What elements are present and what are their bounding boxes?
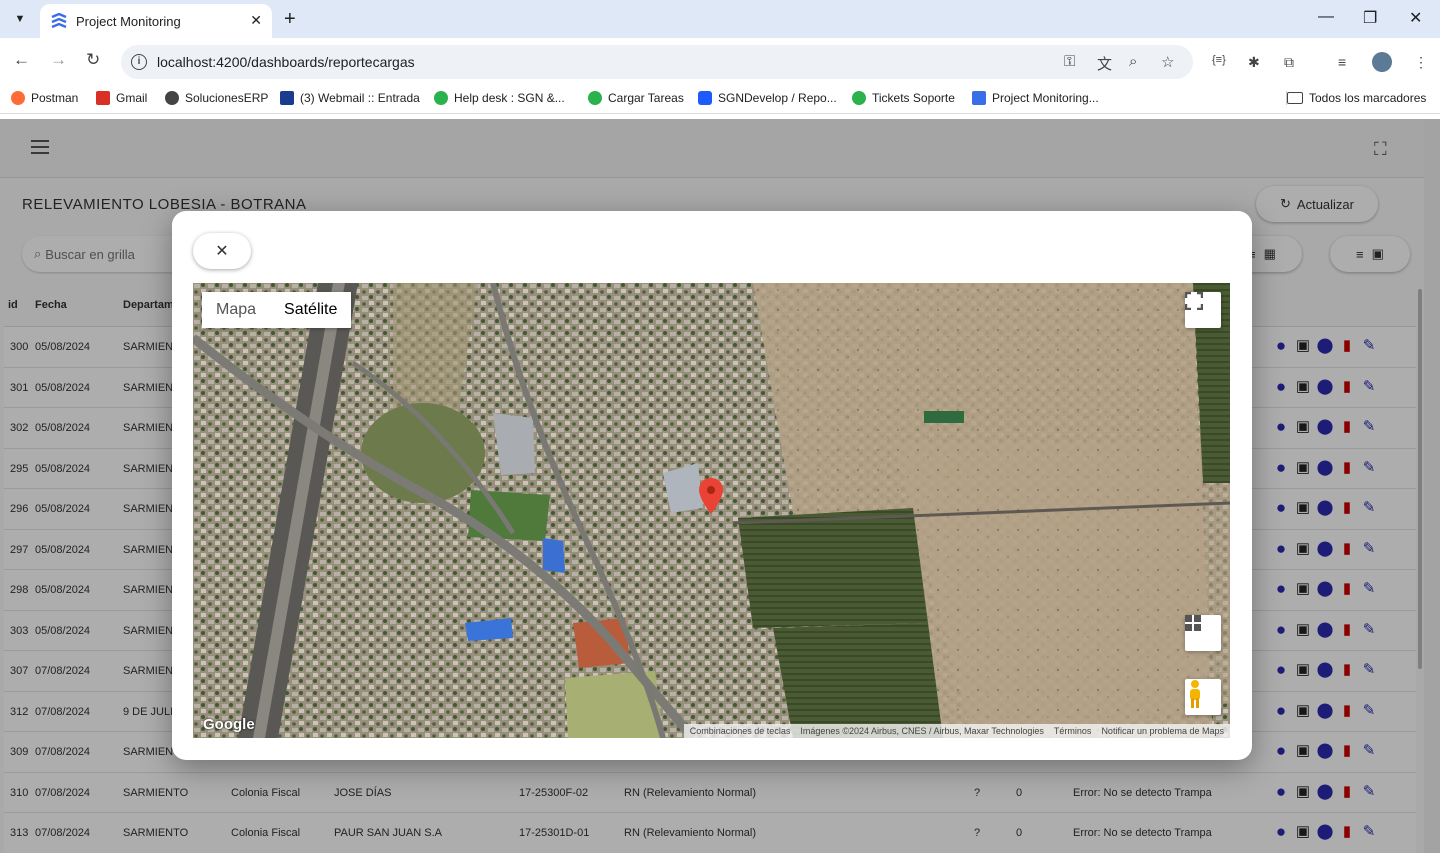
location-marker-icon[interactable] bbox=[699, 478, 723, 514]
url-text: localhost:4200/dashboards/reportecargas bbox=[157, 54, 415, 70]
satellite-map[interactable]: Mapa Satélite Google Combinaciones de te… bbox=[193, 283, 1230, 738]
extensions-puzzle-icon[interactable]: ⧉ bbox=[1284, 54, 1294, 71]
map-attribution: Combinaciones de teclas Imágenes ©2024 A… bbox=[683, 724, 1230, 738]
reload-button[interactable]: ↻ bbox=[86, 50, 100, 70]
close-window-button[interactable]: ✕ bbox=[1409, 8, 1422, 28]
bookmark-sgndevelop[interactable]: SGNDevelop / Repo... bbox=[698, 91, 837, 105]
project-monitoring-icon bbox=[972, 91, 986, 105]
fullscreen-icon bbox=[1185, 292, 1203, 310]
helpdesk-icon bbox=[434, 91, 448, 105]
map-type-map-button[interactable]: Mapa bbox=[202, 292, 270, 328]
map-type-satellite-button[interactable]: Satélite bbox=[270, 292, 351, 328]
close-dialog-button[interactable]: ✕ bbox=[193, 233, 251, 269]
password-key-icon[interactable]: ⚿ bbox=[1064, 53, 1075, 70]
terms-link[interactable]: Términos bbox=[1054, 726, 1092, 736]
pegman-icon bbox=[1190, 680, 1200, 708]
report-problem-link[interactable]: Notificar un problema de Maps bbox=[1101, 726, 1224, 736]
bug-extension-icon[interactable]: ✱ bbox=[1248, 54, 1260, 71]
bookmarks-bar: Postman Gmail SolucionesERP (3) Webmail … bbox=[0, 84, 1440, 114]
helpdesk-icon bbox=[852, 91, 866, 105]
map-dialog: ✕ Mapa Satélite Google Combinaciones de … bbox=[172, 211, 1252, 760]
restore-button[interactable]: ❐ bbox=[1363, 8, 1377, 28]
bookmark-solucioneserp[interactable]: SolucionesERP bbox=[165, 91, 268, 105]
zoom-icon[interactable]: ⌕ bbox=[1129, 53, 1137, 70]
bookmark-helpdesk[interactable]: Help desk : SGN &... bbox=[434, 91, 565, 105]
forward-button[interactable]: → bbox=[50, 50, 67, 70]
profile-avatar[interactable] bbox=[1372, 52, 1392, 72]
tab-title: Project Monitoring bbox=[76, 13, 181, 29]
bookmark-cargar-tareas[interactable]: Cargar Tareas bbox=[588, 91, 684, 105]
tab-search-button[interactable]: ▼ bbox=[8, 7, 32, 31]
bookmark-project-monitoring[interactable]: Project Monitoring... bbox=[972, 91, 1099, 105]
bookmark-postman[interactable]: Postman bbox=[11, 91, 78, 105]
browser-tab[interactable]: Project Monitoring ✕ bbox=[40, 4, 272, 38]
street-view-pegman-button[interactable] bbox=[1185, 679, 1221, 715]
close-tab-icon[interactable]: ✕ bbox=[250, 12, 262, 29]
project-monitoring-favicon bbox=[51, 13, 67, 29]
bookmark-webmail[interactable]: (3) Webmail :: Entrada bbox=[280, 91, 420, 105]
map-fullscreen-button[interactable] bbox=[1185, 292, 1221, 328]
postman-icon bbox=[11, 91, 25, 105]
bookmark-gmail[interactable]: Gmail bbox=[96, 91, 147, 105]
google-logo[interactable]: Google bbox=[203, 716, 255, 733]
close-icon: ✕ bbox=[215, 243, 229, 260]
globe-icon bbox=[165, 91, 179, 105]
address-bar[interactable]: i localhost:4200/dashboards/reportecarga… bbox=[121, 45, 1193, 79]
keyboard-shortcuts-link[interactable]: Combinaciones de teclas bbox=[690, 726, 791, 736]
back-button[interactable]: ← bbox=[13, 50, 30, 70]
browser-tab-bar: ▼ Project Monitoring ✕ + — ❐ ✕ bbox=[0, 0, 1440, 38]
new-tab-button[interactable]: + bbox=[284, 8, 296, 31]
site-info-icon[interactable]: i bbox=[131, 54, 147, 70]
browser-menu-icon[interactable]: ⋮ bbox=[1414, 54, 1428, 71]
map-type-control: Mapa Satélite bbox=[202, 292, 352, 328]
webmail-icon bbox=[280, 91, 294, 105]
media-control-icon[interactable]: ≡ bbox=[1338, 54, 1346, 70]
minimize-button[interactable]: — bbox=[1318, 8, 1334, 26]
helpdesk-icon bbox=[588, 91, 602, 105]
translate-icon[interactable]: 文 bbox=[1097, 53, 1112, 74]
browser-toolbar: ← → ↻ i localhost:4200/dashboards/report… bbox=[0, 38, 1440, 84]
folder-icon bbox=[1287, 92, 1303, 104]
all-bookmarks[interactable]: Todos los marcadores bbox=[1286, 91, 1426, 105]
json-extension-icon[interactable]: {≡} bbox=[1212, 54, 1226, 66]
map-layers-button[interactable] bbox=[1185, 615, 1221, 651]
bookmark-tickets-soporte[interactable]: Tickets Soporte bbox=[852, 91, 955, 105]
gmail-icon bbox=[96, 91, 110, 105]
grid-layers-icon bbox=[1185, 615, 1201, 631]
imagery-credit: Imágenes ©2024 Airbus, CNES / Airbus, Ma… bbox=[800, 726, 1044, 736]
bookmark-star-icon[interactable]: ☆ bbox=[1161, 53, 1174, 71]
azure-devops-icon bbox=[698, 91, 712, 105]
